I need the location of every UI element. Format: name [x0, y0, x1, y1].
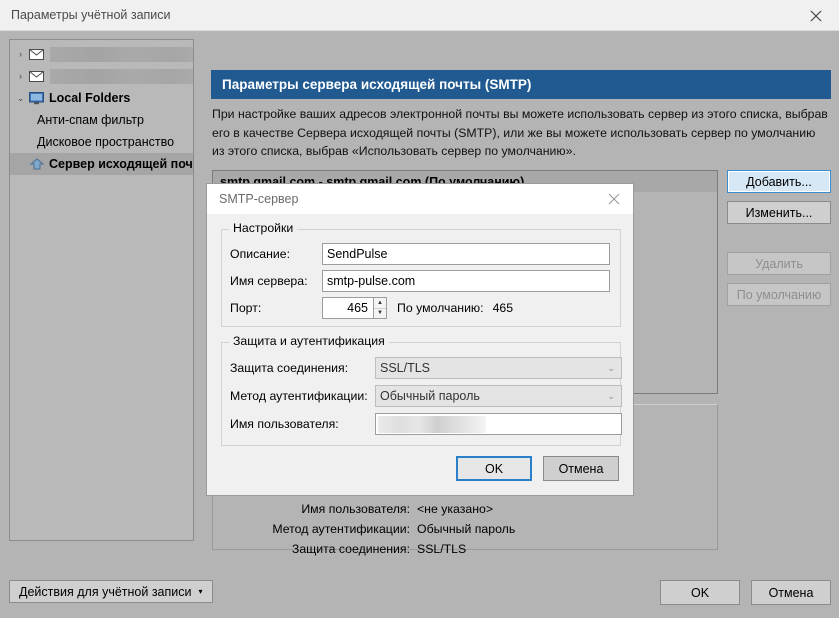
auth-method-value: Обычный пароль: [380, 389, 480, 403]
envelope-icon: [27, 71, 46, 82]
username-label: Имя пользователя:: [230, 417, 375, 431]
window-body: › › ⌄ Local Folders: [0, 31, 839, 618]
sidebar-item-outgoing-server[interactable]: Сервер исходящей почт...: [10, 153, 193, 175]
detail-label: Защита соединения:: [213, 542, 417, 556]
detail-label: Имя пользователя:: [213, 502, 417, 516]
set-default-button[interactable]: По умолчанию: [727, 283, 831, 306]
dialog-footer-buttons: OK Отмена: [207, 456, 619, 481]
port-input[interactable]: 465: [322, 297, 374, 319]
redacted-account-name: [50, 69, 194, 84]
port-default-label: По умолчанию:: [397, 301, 484, 315]
detail-label: Метод аутентификации:: [213, 522, 417, 536]
local-folders-icon: [27, 92, 46, 105]
chevron-down-icon: ⌄: [607, 386, 615, 406]
detail-value: <не указано>: [417, 502, 493, 516]
sidebar-item-label: Дисковое пространство: [34, 135, 174, 149]
description-label: Описание:: [230, 247, 322, 261]
sidebar-item-antispam[interactable]: Анти-спам фильтр: [10, 109, 193, 131]
port-label: Порт:: [230, 301, 322, 315]
connection-security-value: SSL/TLS: [380, 361, 430, 375]
close-icon[interactable]: [597, 184, 631, 214]
auth-method-select[interactable]: Обычный пароль ⌄: [375, 385, 622, 407]
port-row: Порт: 465 ▲ ▼ По умолчанию: 465: [230, 297, 513, 319]
servername-label: Имя сервера:: [230, 274, 322, 288]
window-title: Параметры учётной записи: [11, 8, 171, 22]
sidebar-item-local-folders[interactable]: ⌄ Local Folders: [10, 87, 193, 109]
dialog-cancel-button[interactable]: Отмена: [543, 456, 619, 481]
redacted-username-value: [378, 416, 486, 433]
security-group: Защита и аутентификация Защита соединени…: [221, 342, 621, 446]
page-title: Параметры сервера исходящей почты (SMTP): [211, 70, 831, 99]
dialog-title: SMTP-сервер: [219, 192, 298, 206]
server-details-rows: Имя пользователя: <не указано> Метод аут…: [213, 499, 719, 559]
sidebar-item-label: Анти-спам фильтр: [34, 113, 144, 127]
connection-security-select[interactable]: SSL/TLS ⌄: [375, 357, 622, 379]
connection-security-row: Защита соединения: SSL/TLS ⌄: [230, 357, 622, 379]
detail-value: Обычный пароль: [417, 522, 515, 536]
detail-row-username: Имя пользователя: <не указано>: [213, 499, 719, 519]
envelope-icon: [27, 49, 46, 60]
auth-method-row: Метод аутентификации: Обычный пароль ⌄: [230, 385, 622, 407]
username-input[interactable]: [375, 413, 622, 435]
accounts-tree[interactable]: › › ⌄ Local Folders: [9, 39, 194, 541]
account-actions-button[interactable]: Действия для учётной записи ▾: [9, 580, 213, 603]
close-icon[interactable]: [793, 0, 839, 31]
servername-input[interactable]: smtp-pulse.com: [322, 270, 610, 292]
app-root: Параметры учётной записи › ›: [0, 0, 839, 618]
chevron-right-icon[interactable]: ›: [14, 49, 27, 59]
sidebar-item-account-1[interactable]: ›: [10, 43, 193, 65]
add-button[interactable]: Добавить...: [727, 170, 831, 193]
smtp-server-dialog: SMTP-сервер Настройки Описание: SendPuls…: [206, 183, 634, 496]
description-input[interactable]: SendPulse: [322, 243, 610, 265]
detail-value: SSL/TLS: [417, 542, 466, 556]
detail-row-auth-method: Метод аутентификации: Обычный пароль: [213, 519, 719, 539]
delete-button[interactable]: Удалить: [727, 252, 831, 275]
stepper-down-icon[interactable]: ▼: [374, 309, 386, 319]
settings-group-legend: Настройки: [229, 221, 297, 235]
dialog-titlebar: SMTP-сервер: [207, 184, 633, 214]
port-default-value: 465: [493, 301, 514, 315]
chevron-down-icon[interactable]: ⌄: [14, 93, 27, 104]
window-footer-buttons: OK Отмена: [660, 580, 831, 605]
caret-down-icon: ▾: [199, 587, 203, 596]
servername-row: Имя сервера: smtp-pulse.com: [230, 270, 610, 292]
sidebar-item-account-2[interactable]: ›: [10, 65, 193, 87]
auth-method-label: Метод аутентификации:: [230, 389, 375, 403]
stepper-up-icon[interactable]: ▲: [374, 298, 386, 309]
chevron-right-icon[interactable]: ›: [14, 71, 27, 81]
smtp-list-actions: Добавить... Изменить... Удалить По умолч…: [727, 170, 831, 314]
edit-button[interactable]: Изменить...: [727, 201, 831, 224]
settings-group: Настройки Описание: SendPulse Имя сервер…: [221, 229, 621, 327]
cancel-button[interactable]: Отмена: [751, 580, 831, 605]
account-actions-label: Действия для учётной записи: [19, 585, 192, 599]
chevron-down-icon: ⌄: [607, 358, 615, 378]
sidebar-item-disk-space[interactable]: Дисковое пространство: [10, 131, 193, 153]
ok-button[interactable]: OK: [660, 580, 740, 605]
dialog-ok-button[interactable]: OK: [456, 456, 532, 481]
button-spacer: [727, 232, 831, 252]
port-stepper[interactable]: ▲ ▼: [374, 297, 387, 319]
connection-security-label: Защита соединения:: [230, 361, 375, 375]
window-titlebar: Параметры учётной записи: [0, 0, 839, 31]
security-group-legend: Защита и аутентификация: [229, 334, 389, 348]
sidebar-item-label: Сервер исходящей почт...: [46, 157, 194, 171]
description-row: Описание: SendPulse: [230, 243, 610, 265]
sidebar-item-label: Local Folders: [46, 91, 130, 105]
username-row: Имя пользователя:: [230, 413, 622, 435]
pane-description: При настройке ваших адресов электронной …: [212, 105, 830, 161]
redacted-account-name: [50, 47, 194, 62]
outgoing-server-icon: [27, 158, 46, 171]
detail-row-connection-security: Защита соединения: SSL/TLS: [213, 539, 719, 559]
